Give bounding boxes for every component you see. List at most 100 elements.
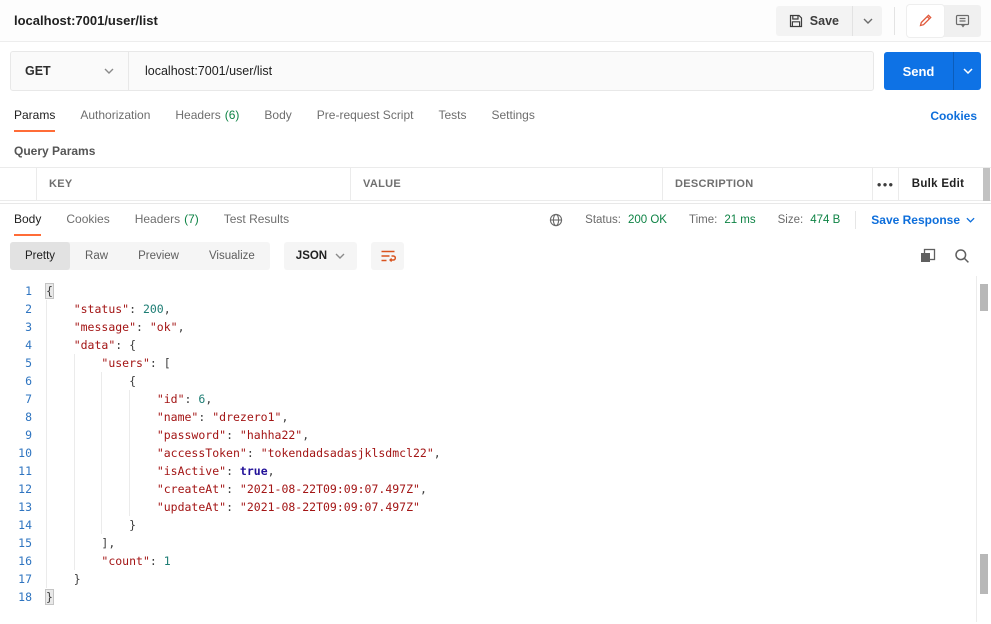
line-number: 9	[25, 428, 32, 442]
code-line: 10 "accessToken": "tokendadsadasjklsdmcl…	[0, 444, 991, 462]
tab-headers[interactable]: Headers (6)	[175, 100, 239, 132]
tab-authorization[interactable]: Authorization	[80, 100, 150, 132]
line-number: 11	[18, 464, 32, 478]
copy-icon[interactable]	[917, 245, 939, 267]
chevron-down-icon	[335, 253, 345, 259]
save-options-caret[interactable]	[852, 5, 882, 36]
response-tab-headers[interactable]: Headers (7)	[135, 204, 199, 236]
tab-pre-request-script[interactable]: Pre-request Script	[317, 100, 414, 132]
save-icon	[789, 14, 803, 28]
query-params-title: Query Params	[14, 144, 96, 158]
line-number: 8	[25, 410, 32, 424]
code-line: 3 "message": "ok",	[0, 318, 991, 336]
params-scrollbar-thumb[interactable]	[983, 168, 990, 201]
send-button[interactable]: Send	[884, 52, 953, 90]
line-number: 18	[18, 590, 32, 604]
chevron-down-icon	[863, 18, 873, 24]
more-options-icon[interactable]: ●●●	[873, 168, 899, 200]
code-line: 16 "count": 1	[0, 552, 991, 570]
headers-count: (6)	[224, 108, 240, 122]
column-header-value: VALUE	[351, 168, 663, 200]
size-label: Size:	[777, 214, 804, 226]
send-options-caret[interactable]	[953, 52, 981, 90]
code-line: 13 "updateAt": "2021-08-22T09:09:07.497Z…	[0, 498, 991, 516]
topbar-divider	[894, 6, 895, 35]
response-header: Body Cookies Headers (7) Test Results Sta…	[0, 203, 991, 236]
status-label: Status:	[585, 214, 621, 226]
method-select[interactable]: GET	[11, 52, 129, 90]
time-label: Time:	[688, 214, 718, 226]
response-tabs: Body Cookies Headers (7) Test Results	[14, 204, 289, 236]
code-scrollbar[interactable]	[976, 276, 991, 622]
response-body-viewer[interactable]: 1{2 "status": 200, 3 "message": "ok", 4 "d…	[0, 276, 991, 622]
comment-icon	[955, 14, 970, 28]
save-button-group: Save	[775, 5, 882, 36]
url-box: GET	[10, 51, 874, 91]
code-line: 1{	[0, 282, 991, 300]
line-number: 3	[25, 320, 32, 334]
view-tab-visualize[interactable]: Visualize	[194, 242, 270, 270]
tab-tests[interactable]: Tests	[438, 100, 466, 132]
code-scrollbar-thumb[interactable]	[980, 284, 988, 311]
view-tab-raw[interactable]: Raw	[70, 242, 123, 270]
tab-params[interactable]: Params	[14, 100, 56, 132]
code-line: 15 ],	[0, 534, 991, 552]
code-line: 6 {	[0, 372, 991, 390]
line-number: 7	[25, 392, 32, 406]
edit-comment-toggle	[907, 4, 981, 37]
code-line: 2 "status": 200,	[0, 300, 991, 318]
view-mode-control: Pretty Raw Preview Visualize	[10, 242, 270, 270]
view-tab-pretty[interactable]: Pretty	[10, 242, 71, 270]
line-number: 13	[18, 500, 32, 514]
line-number: 10	[18, 446, 32, 460]
response-toolbar: Pretty Raw Preview Visualize JSON	[0, 236, 991, 276]
line-number: 2	[25, 302, 32, 316]
request-title-bar: localhost:7001/user/list Save	[0, 0, 991, 42]
globe-icon[interactable]	[549, 213, 563, 227]
save-button[interactable]: Save	[775, 5, 852, 36]
wrap-lines-icon	[380, 249, 396, 263]
wrap-lines-button[interactable]	[371, 242, 405, 270]
code-line: 7 "id": 6,	[0, 390, 991, 408]
format-select[interactable]: JSON	[283, 242, 358, 270]
app-window: localhost:7001/user/list Save GET localh…	[0, 0, 991, 624]
bulk-edit-button[interactable]: Bulk Edit	[899, 168, 977, 200]
line-number: 12	[18, 482, 32, 496]
column-header-description: DESCRIPTION	[663, 168, 873, 200]
url-input[interactable]	[129, 52, 873, 90]
line-number: 15	[18, 536, 32, 550]
response-tab-test-results[interactable]: Test Results	[224, 204, 289, 236]
format-label: JSON	[295, 250, 328, 262]
save-response-button[interactable]: Save Response	[871, 213, 975, 227]
comments-button[interactable]	[944, 5, 981, 37]
param-checkbox-column	[0, 168, 37, 200]
response-headers-count: (7)	[184, 212, 199, 226]
status-value: 200 OK	[627, 214, 667, 226]
tab-body[interactable]: Body	[264, 100, 291, 132]
view-tab-preview[interactable]: Preview	[123, 242, 194, 270]
search-icon[interactable]	[951, 245, 973, 267]
send-button-group: Send	[884, 52, 981, 90]
response-tab-body[interactable]: Body	[14, 204, 42, 236]
code-line: 12 "createAt": "2021-08-22T09:09:07.497Z…	[0, 480, 991, 498]
chevron-down-icon	[966, 217, 975, 223]
line-number: 17	[18, 572, 32, 586]
request-tabs: Params Authorization Headers (6) Body Pre…	[0, 100, 991, 132]
page-scrollbar-thumb[interactable]	[980, 554, 988, 594]
pencil-icon	[918, 13, 933, 28]
line-number: 6	[25, 374, 32, 388]
line-number: 5	[25, 356, 32, 370]
response-tab-cookies[interactable]: Cookies	[66, 204, 109, 236]
query-params-table: KEY VALUE DESCRIPTION ●●● Bulk Edit	[0, 167, 991, 201]
cookies-link[interactable]: Cookies	[930, 100, 977, 132]
code-line: 4 "data": {	[0, 336, 991, 354]
line-number: 16	[18, 554, 32, 568]
size-value: 474 B	[810, 214, 841, 226]
code-lines: 1{2 "status": 200, 3 "message": "ok", 4 "d…	[0, 282, 991, 606]
time-value: 21 ms	[724, 214, 756, 226]
code-line: 5 "users": [	[0, 354, 991, 372]
tab-settings[interactable]: Settings	[492, 100, 535, 132]
code-line: 18}	[0, 588, 991, 606]
response-meta: Status: 200 OK Time: 21 ms Size: 474 B S…	[289, 204, 975, 236]
edit-button[interactable]	[907, 4, 944, 37]
